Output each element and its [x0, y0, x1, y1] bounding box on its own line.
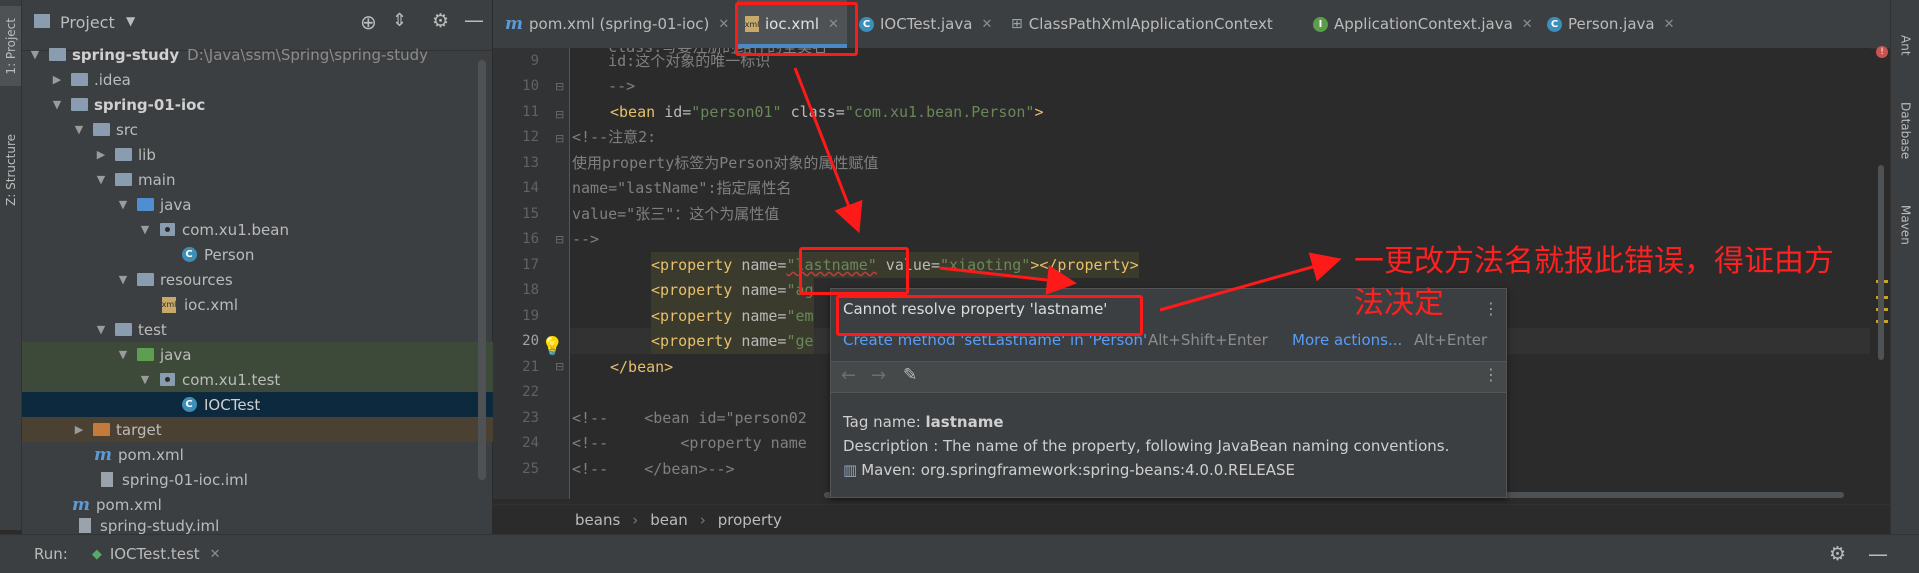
annotation-arrow-right — [939, 265, 1077, 295]
annotation-arrow-to-text — [1159, 252, 1342, 312]
annotation-arrows — [793, 67, 1342, 312]
annotation-text-line1: 一更改方法名就报此错误，得证由方 — [1354, 244, 1834, 279]
annotation-text-line2: 法决定 — [1354, 286, 1444, 321]
annotation-arrow-down — [793, 67, 863, 234]
